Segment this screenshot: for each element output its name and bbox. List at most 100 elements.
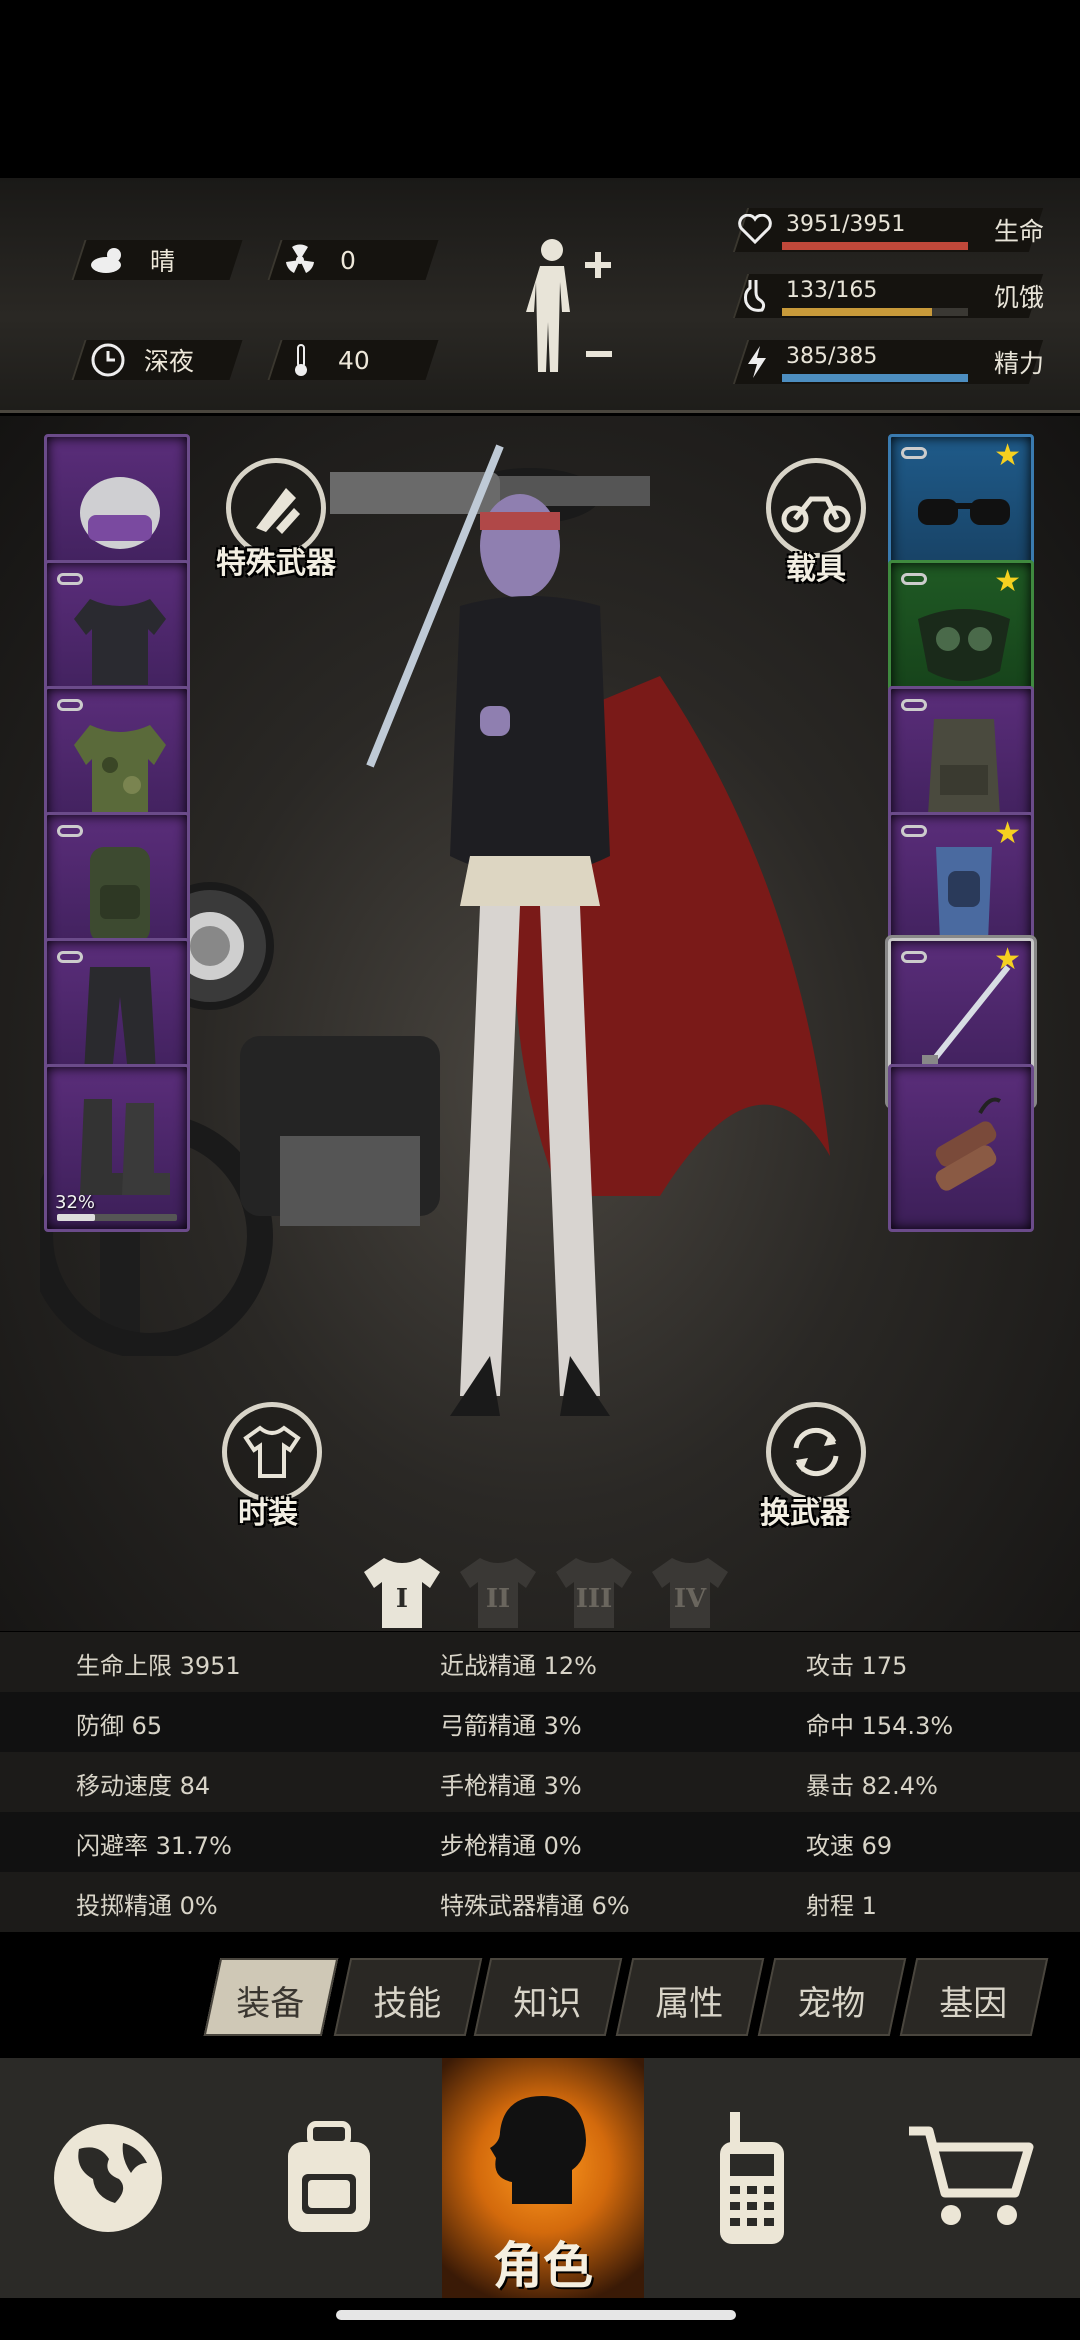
tab-5[interactable]: 基因 <box>899 1958 1049 2036</box>
loadout-numeral: IV <box>673 1584 707 1614</box>
stat-item: 弓箭精通 3% <box>440 1712 582 1740</box>
star-icon: ★ <box>994 564 1021 599</box>
link-icon <box>901 447 927 459</box>
fashion-label: 时装 <box>238 1496 298 1531</box>
tab-label: 知识 <box>513 1984 582 2024</box>
heart-icon <box>738 214 772 244</box>
stat-item: 防御 65 <box>76 1712 163 1740</box>
tshirt-icon <box>243 1425 301 1478</box>
loadout-numeral: II <box>485 1584 511 1614</box>
stat-item: 生命上限 3951 <box>76 1652 241 1680</box>
bottom-nav: 角色 <box>0 2058 1080 2298</box>
swap-weapon-label: 换武器 <box>760 1496 850 1531</box>
hunger-bar-row: 133/165 饥饿 <box>722 268 1062 324</box>
swap-weapon-button[interactable] <box>766 1402 866 1502</box>
nav-radio[interactable] <box>644 2058 860 2298</box>
loadout-numeral: III <box>575 1584 613 1614</box>
tab-label: 属性 <box>655 1984 724 2024</box>
vehicle-button[interactable] <box>766 458 866 558</box>
loadout-2[interactable]: II <box>456 1554 540 1631</box>
stats-row: 防御 65 弓箭精通 3% 命中 154.3% <box>0 1692 1080 1752</box>
radiation-icon <box>286 244 314 273</box>
thermometer-icon <box>295 344 307 376</box>
vehicle-label: 载具 <box>786 552 846 587</box>
loadout-4[interactable]: IV <box>648 1554 732 1631</box>
dynamite-icon <box>935 1097 1002 1191</box>
tab-0[interactable]: 装备 <box>203 1958 339 2036</box>
tab-2[interactable]: 知识 <box>473 1958 623 2036</box>
durability-fill <box>57 1214 96 1221</box>
stat-item: 移动速度 84 <box>76 1772 211 1800</box>
tab-label: 基因 <box>939 1984 1008 2024</box>
temperature-value: 40 <box>338 345 370 375</box>
swap-icon <box>793 1427 839 1477</box>
tab-label: 宠物 <box>797 1984 866 2024</box>
left-slot-boots[interactable]: 32% <box>44 1064 190 1232</box>
stat-item: 投掷精通 0% <box>76 1892 218 1920</box>
energy-bar-row: 385/385 精力 <box>722 334 1062 390</box>
health-value: 3951/3951 <box>786 212 906 237</box>
nav-inventory[interactable] <box>216 2058 442 2298</box>
loadout-numeral: I <box>395 1584 409 1614</box>
home-indicator[interactable] <box>336 2310 736 2320</box>
weather-label: 晴 <box>150 247 176 276</box>
tab-label: 装备 <box>236 1984 305 2024</box>
nav-character-active[interactable]: 角色 <box>442 2058 644 2298</box>
character-icon <box>490 2096 586 2204</box>
health-bar-row: 3951/3951 生命 <box>722 202 1062 258</box>
stats-table: 生命上限 3951 近战精通 12% 攻击 175 防御 65 弓箭精通 3% 命中 15… <box>0 1632 1080 1932</box>
star-icon: ★ <box>994 816 1021 851</box>
body-figure-icon <box>526 239 612 372</box>
stat-item: 近战精通 12% <box>440 1652 597 1680</box>
nav-world-map[interactable] <box>0 2058 216 2298</box>
stomach-icon <box>744 280 766 312</box>
status-hud: 晴 0 深夜 40 3951/3951 生命 133/165 饥饿 385/38… <box>0 178 1080 413</box>
backpack-icon <box>90 847 150 943</box>
link-icon <box>57 825 83 837</box>
special-weapon-label: 特殊武器 <box>216 546 336 581</box>
stats-row: 生命上限 3951 近战精通 12% 攻击 175 <box>0 1632 1080 1692</box>
walkie-talkie-icon <box>720 2112 784 2244</box>
nav-shop[interactable] <box>860 2058 1080 2298</box>
durability-bar <box>57 1214 177 1221</box>
energy-value: 385/385 <box>786 344 878 369</box>
link-icon <box>901 573 927 585</box>
backpack-icon <box>288 2121 370 2232</box>
tab-1[interactable]: 技能 <box>333 1958 483 2036</box>
star-icon: ★ <box>994 438 1021 473</box>
shirt-icon <box>74 599 166 685</box>
loadout-3[interactable]: III <box>552 1554 636 1631</box>
star-icon: ★ <box>994 942 1021 977</box>
pants-icon <box>84 967 156 1073</box>
stat-item: 步枪精通 0% <box>440 1832 582 1860</box>
tab-label: 技能 <box>373 1984 442 2024</box>
right-slot-dynamite[interactable] <box>888 1064 1034 1232</box>
cart-icon <box>909 2126 1034 2225</box>
link-icon <box>57 573 83 585</box>
durability-percent: 32% <box>55 1192 96 1213</box>
stats-row: 移动速度 84 手枪精通 3% 暴击 82.4% <box>0 1752 1080 1812</box>
tab-3[interactable]: 属性 <box>615 1958 765 2036</box>
tab-4[interactable]: 宠物 <box>757 1958 907 2036</box>
loadout-1[interactable]: I <box>360 1554 444 1631</box>
energy-label: 精力 <box>994 349 1045 378</box>
radiation-value: 0 <box>340 245 356 275</box>
energy-bar-fill <box>782 374 968 382</box>
stats-row: 闪避率 31.7% 步枪精通 0% 攻速 69 <box>0 1812 1080 1872</box>
fashion-button[interactable] <box>222 1402 322 1502</box>
stat-item: 特殊武器精通 6% <box>440 1892 630 1920</box>
motorcycle-icon <box>781 496 851 533</box>
tactical-vest-icon <box>928 719 1000 815</box>
rocket-icon <box>256 488 300 534</box>
camo-jacket-icon <box>74 725 166 815</box>
stat-item: 攻速 69 <box>806 1832 893 1860</box>
link-icon <box>57 951 83 963</box>
link-icon <box>57 699 83 711</box>
energy-icon <box>748 346 766 378</box>
hunger-value: 133/165 <box>786 278 878 303</box>
body-status-button[interactable] <box>520 232 630 382</box>
stat-item: 攻击 175 <box>806 1652 908 1680</box>
stat-item: 暴击 82.4% <box>806 1772 938 1800</box>
link-icon <box>901 951 927 963</box>
character-scene: 特殊武器 载具 时装 换武器 IIIIIIIV 23%70%100%无法破坏47… <box>0 416 1080 1631</box>
